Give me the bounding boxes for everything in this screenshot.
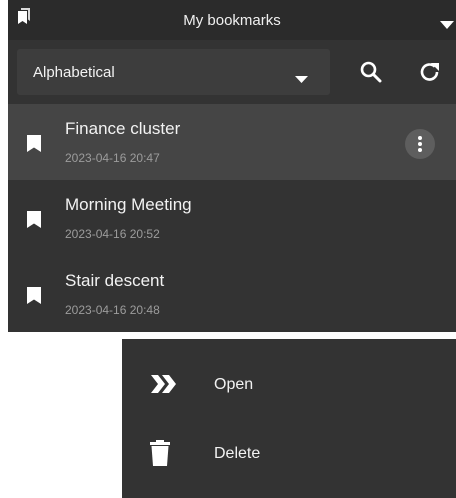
bookmark-list: Finance cluster 2023-04-16 20:47 Morning… (8, 104, 456, 332)
menu-item-label: Open (214, 376, 254, 393)
list-item[interactable]: Finance cluster 2023-04-16 20:47 (8, 104, 456, 180)
bookmark-date: 2023-04-16 20:48 (65, 303, 160, 317)
bookmark-icon (27, 211, 41, 233)
bookmark-name: Finance cluster (65, 119, 181, 138)
bookmark-name: Morning Meeting (65, 195, 192, 214)
panel-header: My bookmarks (8, 0, 456, 40)
double-chevron-right-icon (150, 374, 178, 399)
search-icon[interactable] (360, 61, 382, 88)
trash-icon (150, 440, 170, 471)
sort-dropdown[interactable]: Alphabetical (17, 49, 330, 95)
chevron-down-icon (295, 70, 308, 88)
menu-item-delete[interactable]: Delete (122, 423, 456, 483)
bookmark-icon (27, 135, 41, 157)
bookmark-date: 2023-04-16 20:52 (65, 227, 160, 241)
menu-item-open[interactable]: Open (122, 354, 456, 414)
bookmark-icon (27, 287, 41, 309)
bookmark-date: 2023-04-16 20:47 (65, 151, 160, 165)
bookmark-name: Stair descent (65, 271, 165, 290)
list-item[interactable]: Morning Meeting 2023-04-16 20:52 (8, 180, 456, 256)
context-menu: Open Delete (122, 339, 456, 498)
refresh-icon[interactable] (419, 61, 441, 88)
bookmarks-panel: My bookmarks Alphabetical Finance cluste… (8, 0, 456, 332)
caret-down-icon[interactable] (440, 16, 454, 34)
menu-item-label: Delete (214, 445, 261, 462)
more-vert-icon[interactable] (405, 129, 435, 159)
panel-title: My bookmarks (183, 12, 281, 29)
sort-value: Alphabetical (33, 64, 115, 81)
list-item[interactable]: Stair descent 2023-04-16 20:48 (8, 256, 456, 332)
